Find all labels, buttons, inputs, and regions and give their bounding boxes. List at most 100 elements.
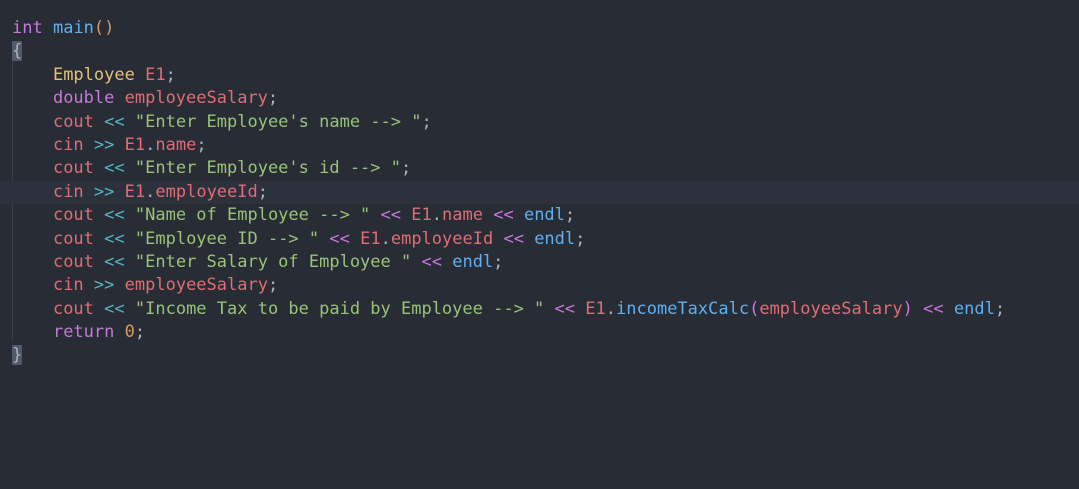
code-line[interactable]: cout << "Enter Employee's id --> "; — [12, 157, 1079, 180]
code-token: int — [12, 18, 43, 38]
code-area[interactable]: int main(){ Employee E1; double employee… — [0, 17, 1079, 368]
code-line[interactable]: Employee E1; — [12, 64, 1079, 87]
code-line[interactable]: cout << "Income Tax to be paid by Employ… — [12, 298, 1079, 321]
code-token: E1 — [360, 228, 381, 249]
code-token: >> — [93, 275, 115, 296]
code-token: << — [923, 298, 944, 319]
code-line[interactable]: cout << "Enter Salary of Employee " << e… — [12, 251, 1079, 274]
code-token: name — [155, 134, 197, 155]
code-token: ; — [165, 64, 176, 85]
code-line[interactable]: cout << "Enter Employee's name --> "; — [12, 111, 1079, 134]
code-token: employeeSalary — [759, 298, 903, 319]
code-token: "Enter Employee's id --> " — [134, 158, 401, 179]
code-line[interactable]: return 0; — [12, 321, 1079, 344]
code-token: E1 — [411, 205, 432, 226]
code-token: endl — [523, 205, 565, 226]
code-token: ; — [421, 111, 432, 132]
code-token: endl — [452, 251, 494, 272]
code-line[interactable]: } — [12, 344, 1079, 367]
code-token: ; — [267, 88, 279, 109]
code-token: employeeSalary — [124, 88, 268, 109]
code-token: << — [104, 111, 125, 132]
code-token: E1 — [124, 134, 146, 155]
code-token: cout — [52, 228, 94, 249]
code-token: ; — [196, 134, 207, 155]
code-token: } — [12, 345, 23, 366]
code-line[interactable]: int main() — [12, 17, 1079, 40]
code-line[interactable]: double employeeSalary; — [12, 87, 1079, 110]
code-token: return — [52, 322, 115, 343]
code-token: cout — [52, 298, 94, 319]
code-token: . — [431, 205, 443, 226]
code-editor[interactable]: int main(){ Employee E1; double employee… — [0, 0, 1079, 489]
code-token: ) — [902, 298, 913, 319]
code-token: . — [605, 298, 617, 319]
code-token: << — [554, 298, 576, 319]
code-token: ; — [564, 205, 576, 226]
code-token: cin — [52, 275, 84, 296]
code-token: Employee — [52, 64, 135, 85]
code-line[interactable]: cin >> E1.employeeId; — [0, 180, 1079, 205]
code-token: cin — [52, 181, 84, 202]
code-token: ; — [267, 275, 279, 296]
code-line[interactable]: cin >> E1.name; — [12, 134, 1079, 157]
code-token: ; — [493, 251, 504, 272]
code-line[interactable]: cin >> employeeSalary; — [12, 274, 1079, 297]
code-token: . — [145, 134, 156, 155]
code-token: incomeTaxCalc — [616, 298, 750, 319]
code-token: "Enter Salary of Employee " — [134, 251, 412, 272]
code-token: << — [380, 205, 402, 226]
code-token: cin — [52, 134, 84, 155]
code-token: employeeId — [155, 181, 258, 202]
code-token: cout — [52, 111, 94, 132]
code-token: << — [104, 205, 125, 226]
code-line[interactable]: cout << "Name of Employee --> " << E1.na… — [12, 204, 1079, 227]
code-token: ; — [257, 181, 268, 202]
code-token: double — [52, 88, 115, 109]
code-token: "Income Tax to be paid by Employee --> " — [134, 298, 545, 319]
code-line[interactable]: cout << "Employee ID --> " << E1.employe… — [12, 228, 1079, 251]
code-token: E1 — [124, 181, 146, 202]
code-token: { — [12, 41, 23, 62]
code-token: << — [104, 158, 125, 179]
code-token: ; — [134, 322, 146, 343]
code-token: E1 — [145, 64, 166, 85]
code-line[interactable]: { — [12, 40, 1079, 63]
code-token: ; — [575, 228, 586, 249]
code-token: ; — [994, 298, 1006, 319]
code-token: cout — [52, 158, 94, 179]
